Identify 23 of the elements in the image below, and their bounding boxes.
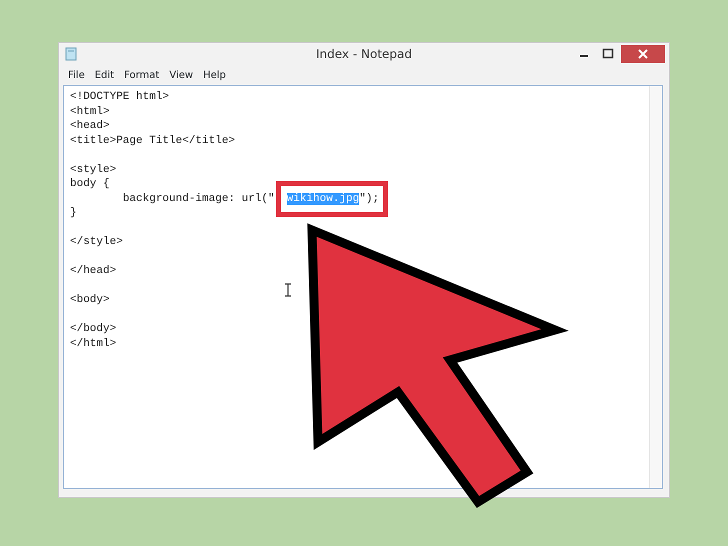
text-cursor-icon: [284, 283, 292, 297]
window-title: Index - Notepad: [315, 46, 413, 63]
code-line: background-image: url(" wikihow.jpg");: [122, 192, 380, 206]
code-line: </html>: [70, 336, 116, 351]
menu-item[interactable]: Format: [119, 68, 164, 82]
code-line: <title>Page Title</title>: [70, 134, 236, 148]
code-line: <!DOCTYPE html>: [70, 90, 170, 104]
code-line: <style>: [70, 162, 116, 177]
menu-item[interactable]: Help: [198, 68, 231, 82]
code-line: }: [70, 206, 77, 220]
code-line: <html>: [70, 104, 110, 119]
menu-item[interactable]: Edit: [90, 68, 120, 82]
scrollbar[interactable]: [649, 86, 662, 488]
code-line: body {: [70, 177, 110, 192]
notepad-icon: [65, 47, 77, 61]
close-icon[interactable]: [621, 45, 665, 63]
code-line: <body>: [70, 293, 110, 308]
code-line: </style>: [70, 235, 123, 250]
menu-item[interactable]: View: [164, 68, 198, 82]
code-line: </body>: [70, 322, 116, 336]
menu-item[interactable]: File: [63, 68, 90, 82]
code-line: <head>: [70, 119, 110, 134]
code-line: </head>: [70, 264, 116, 278]
